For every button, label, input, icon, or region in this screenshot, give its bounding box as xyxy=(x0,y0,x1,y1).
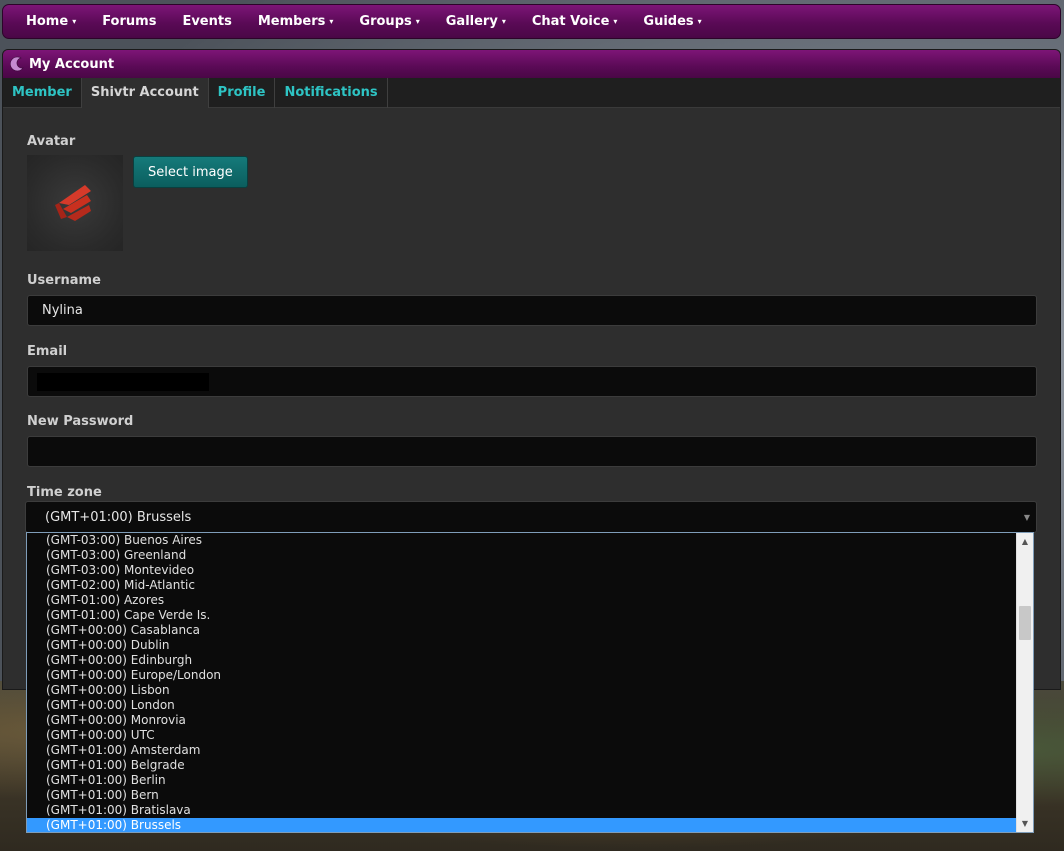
nav-forums-label: Forums xyxy=(102,14,157,29)
chevron-down-icon: ▾ xyxy=(697,17,702,26)
nav-chat-voice[interactable]: Chat Voice ▾ xyxy=(519,4,631,39)
nav-home[interactable]: Home ▾ xyxy=(13,4,89,39)
panel-header: My Account xyxy=(3,50,1060,78)
time-zone-option[interactable]: (GMT+01:00) Belgrade xyxy=(27,758,1033,773)
top-navigation: Home ▾ Forums Events Members ▾ Groups ▾ Gal… xyxy=(2,4,1061,39)
time-zone-option[interactable]: (GMT-03:00) Greenland xyxy=(27,548,1033,563)
avatar xyxy=(27,155,123,251)
time-zone-option[interactable]: (GMT+01:00) Bern xyxy=(27,788,1033,803)
new-password-label: New Password xyxy=(27,414,134,429)
nav-gallery[interactable]: Gallery ▾ xyxy=(433,4,519,39)
account-tabs: Member Shivtr Account Profile Notificati… xyxy=(3,78,1060,108)
panel-title: My Account xyxy=(29,56,115,72)
time-zone-option[interactable]: (GMT-01:00) Azores xyxy=(27,593,1033,608)
shivtr-logo-icon xyxy=(55,185,91,221)
time-zone-option[interactable]: (GMT+00:00) London xyxy=(27,698,1033,713)
nav-members[interactable]: Members ▾ xyxy=(245,4,347,39)
chevron-down-icon: ▾ xyxy=(72,17,77,26)
time-zone-label: Time zone xyxy=(27,485,102,500)
time-zone-option[interactable]: (GMT+01:00) Bratislava xyxy=(27,803,1033,818)
scroll-down-icon[interactable]: ▼ xyxy=(1017,815,1033,832)
chevron-down-icon: ▾ xyxy=(329,17,334,26)
nav-events[interactable]: Events xyxy=(169,4,244,39)
nav-forums[interactable]: Forums xyxy=(89,4,169,39)
email-input[interactable] xyxy=(27,366,1037,397)
chevron-down-icon: ▾ xyxy=(613,17,618,26)
email-label: Email xyxy=(27,344,68,359)
tab-profile[interactable]: Profile xyxy=(209,78,276,108)
time-zone-option[interactable]: (GMT+00:00) Lisbon xyxy=(27,683,1033,698)
nav-groups-label: Groups xyxy=(359,14,412,29)
nav-gallery-label: Gallery xyxy=(445,14,498,29)
avatar-label: Avatar xyxy=(27,134,76,149)
dropdown-scrollbar[interactable]: ▲ ▼ xyxy=(1016,533,1033,832)
avatar-row: Select image xyxy=(27,155,1038,251)
time-zone-option[interactable]: (GMT-02:00) Mid-Atlantic xyxy=(27,578,1033,593)
nav-events-label: Events xyxy=(182,14,232,29)
tab-shivtr-account[interactable]: Shivtr Account xyxy=(81,78,209,108)
nav-chat-voice-label: Chat Voice xyxy=(531,14,610,29)
chevron-down-icon: ▼ xyxy=(1023,513,1030,522)
new-password-input[interactable] xyxy=(27,436,1037,467)
time-zone-option[interactable]: (GMT+01:00) Berlin xyxy=(27,773,1033,788)
time-zone-option[interactable]: (GMT+00:00) Europe/London xyxy=(27,668,1033,683)
time-zone-option-list: (GMT-03:00) Buenos Aires (GMT-03:00) Gree… xyxy=(27,533,1033,832)
crescent-logo-icon xyxy=(9,56,25,72)
nav-guides[interactable]: Guides ▾ xyxy=(630,4,714,39)
username-label: Username xyxy=(27,273,101,288)
scroll-up-icon[interactable]: ▲ xyxy=(1017,533,1033,550)
nav-members-label: Members xyxy=(257,14,326,29)
scrollbar-thumb[interactable] xyxy=(1019,606,1031,640)
nav-groups[interactable]: Groups ▾ xyxy=(346,4,432,39)
time-zone-option[interactable]: (GMT+01:00) Brussels xyxy=(27,818,1033,832)
tab-notifications[interactable]: Notifications xyxy=(275,78,388,108)
time-zone-option[interactable]: (GMT+00:00) Casablanca xyxy=(27,623,1033,638)
time-zone-dropdown: (GMT-03:00) Buenos Aires (GMT-03:00) Gree… xyxy=(26,532,1034,833)
tab-member[interactable]: Member xyxy=(3,78,82,108)
time-zone-select[interactable]: (GMT+01:00) Brussels ▼ xyxy=(25,501,1037,533)
nav-guides-label: Guides xyxy=(643,14,694,29)
nav-home-label: Home xyxy=(26,14,69,29)
time-zone-option[interactable]: (GMT+01:00) Amsterdam xyxy=(27,743,1033,758)
time-zone-option[interactable]: (GMT-03:00) Montevideo xyxy=(27,563,1033,578)
time-zone-selected-value: (GMT+01:00) Brussels xyxy=(45,510,192,525)
time-zone-option[interactable]: (GMT+00:00) UTC xyxy=(27,728,1033,743)
account-form: Avatar Select image Username Nylina Emai… xyxy=(3,134,1060,500)
chevron-down-icon: ▾ xyxy=(501,17,506,26)
chevron-down-icon: ▾ xyxy=(415,17,420,26)
select-image-button[interactable]: Select image xyxy=(133,156,248,188)
time-zone-option[interactable]: (GMT+00:00) Dublin xyxy=(27,638,1033,653)
time-zone-option[interactable]: (GMT-01:00) Cape Verde Is. xyxy=(27,608,1033,623)
username-input[interactable]: Nylina xyxy=(27,295,1037,326)
time-zone-option[interactable]: (GMT+00:00) Edinburgh xyxy=(27,653,1033,668)
time-zone-option[interactable]: (GMT+00:00) Monrovia xyxy=(27,713,1033,728)
time-zone-option[interactable]: (GMT-03:00) Buenos Aires xyxy=(27,533,1033,548)
redacted-email xyxy=(37,373,209,391)
